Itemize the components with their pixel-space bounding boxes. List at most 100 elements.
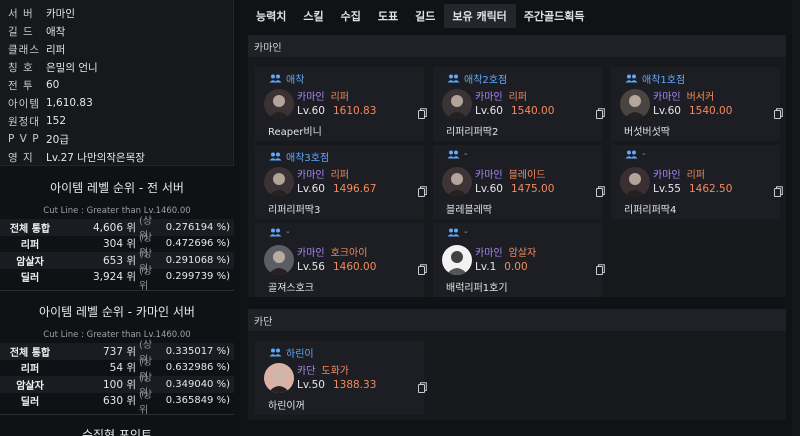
character-page: 서 버 카마인 길 드 애착 클래스 리퍼 칭 호 은밀의 언니 전 투 60 아이템 1,…	[0, 0, 800, 436]
copy-icon[interactable]	[774, 186, 783, 197]
character-card[interactable]: - 카마인 리퍼 Lv.55 1462.50 리퍼리퍼딱4	[611, 145, 783, 219]
copy-icon[interactable]	[596, 186, 605, 197]
rank-all-cutline: Cut Line : Greater than Lv.1460.00	[43, 206, 191, 216]
copy-icon[interactable]	[418, 382, 427, 393]
collect-points-title: 수집형 포인트	[81, 428, 153, 436]
table-row: 전체 통합 4,606 위 (상위 0.276194 %)	[0, 216, 234, 242]
character-level: Lv.60 1475.00	[475, 183, 555, 195]
character-guild[interactable]: 애착1호점	[625, 71, 685, 86]
character-card[interactable]: - 카마인 암살자 Lv.1 0.00 배럭리퍼1호기	[433, 223, 605, 297]
people-icon	[269, 152, 282, 161]
character-card[interactable]: 애착3호점 카마인 리퍼 Lv.60 1496.67 리퍼리퍼딱3	[255, 145, 427, 219]
character-name[interactable]: 버섯버섯딱	[624, 123, 670, 138]
character-guild[interactable]: -	[447, 149, 468, 160]
copy-icon[interactable]	[418, 264, 427, 275]
copy-icon[interactable]	[774, 108, 783, 119]
people-icon	[269, 228, 282, 237]
character-server-class: 카마인 버서커	[653, 92, 715, 103]
character-name[interactable]: 블레블레딱	[446, 201, 492, 216]
character-name[interactable]: 리퍼리퍼딱3	[268, 201, 320, 216]
profile-row-estate: 영 지 Lv.27 나만의작은목장	[8, 151, 145, 164]
rank-server-table: 전체 통합 737 위 (상위 0.335017 %) 리퍼 54 위 (상위 0.6329…	[0, 340, 234, 416]
copy-icon[interactable]	[418, 108, 427, 119]
profile-row-class: 클래스 리퍼	[8, 43, 66, 56]
rank-all-table: 전체 통합 4,606 위 (상위 0.276194 %) 리퍼 304 위 (상위 0.4…	[0, 216, 234, 292]
divider	[0, 414, 234, 415]
avatar	[442, 167, 472, 197]
server-group-title: 카마인	[248, 35, 786, 57]
avatar	[264, 167, 294, 197]
copy-icon[interactable]	[596, 108, 605, 119]
character-level: Lv.60 1540.00	[475, 105, 555, 117]
character-server-class: 카마인 암살자	[475, 248, 537, 259]
character-name[interactable]: 골져스호크	[268, 279, 314, 294]
character-guild[interactable]: -	[269, 227, 290, 238]
divider	[0, 290, 234, 291]
avatar	[264, 245, 294, 275]
character-server-class: 카마인 리퍼	[297, 170, 350, 181]
profile-row-expedition: 원정대 152	[8, 115, 67, 128]
character-card[interactable]: 애착 카마인 리퍼 Lv.60 1610.83 Reaper비니	[255, 67, 427, 141]
rank-server-cutline: Cut Line : Greater than Lv.1460.00	[43, 330, 191, 340]
table-row: 전체 통합 737 위 (상위 0.335017 %)	[0, 340, 234, 366]
profile-row-pvp: P V P 20급	[8, 133, 70, 146]
character-name[interactable]: 리퍼리퍼딱4	[624, 201, 676, 216]
tab-characters[interactable]: 보유 캐릭터	[444, 4, 516, 28]
profile-info: 서 버 카마인 길 드 애착 클래스 리퍼 칭 호 은밀의 언니 전 투 60 아이템 1,…	[0, 0, 234, 166]
character-level: Lv.56 1460.00	[297, 261, 377, 273]
avatar	[264, 89, 294, 119]
character-server-class: 카마인 블레이드	[475, 170, 546, 181]
character-name[interactable]: 하린이꺼	[268, 397, 305, 412]
character-guild[interactable]: 애착3호점	[269, 149, 329, 164]
people-icon	[447, 74, 460, 83]
avatar	[442, 245, 472, 275]
tab-bar: 능력치 스킬 수집 도표 길드 보유 캐릭터 주간골드획득	[248, 4, 594, 28]
table-row: 딜러 630 위 (상위 0.365849 %)	[20, 389, 230, 416]
character-card[interactable]: - 카마인 블레이드 Lv.60 1475.00 블레블레딱	[433, 145, 605, 219]
character-server-class: 카단 도화가	[297, 366, 350, 377]
character-card[interactable]: - 카마인 호크아이 Lv.56 1460.00 골져스호크	[255, 223, 427, 297]
character-server-class: 카마인 리퍼	[653, 170, 706, 181]
people-icon	[269, 348, 282, 357]
copy-icon[interactable]	[596, 264, 605, 275]
tab-stats[interactable]: 능력치	[248, 4, 295, 28]
table-row: 딜러 3,924 위 (상위 0.299739 %)	[20, 265, 230, 292]
character-level: Lv.50 1388.33	[297, 379, 377, 391]
tab-collection[interactable]: 수집	[333, 4, 370, 28]
avatar	[620, 167, 650, 197]
people-icon	[447, 228, 460, 237]
character-name[interactable]: 리퍼리퍼딱2	[446, 123, 498, 138]
table-row: 암살자 100 위 (상위 0.349040 %)	[0, 373, 234, 399]
character-guild[interactable]: 애착	[269, 71, 304, 86]
profile-row-item-level: 아이템 1,610.83	[8, 97, 93, 110]
character-guild[interactable]: -	[625, 149, 646, 160]
character-name[interactable]: 배럭리퍼1호기	[446, 279, 508, 294]
character-level: Lv.1 0.00	[475, 261, 528, 273]
character-level: Lv.60 1540.00	[653, 105, 733, 117]
rank-server-title: 아이템 레벨 순위 - 카마인 서버	[39, 305, 195, 319]
character-level: Lv.55 1462.50	[653, 183, 733, 195]
avatar	[442, 89, 472, 119]
tab-weekly-gold[interactable]: 주간골드획득	[516, 4, 594, 28]
character-level: Lv.60 1610.83	[297, 105, 377, 117]
character-card[interactable]: 애착2호점 카마인 리퍼 Lv.60 1540.00 리퍼리퍼딱2	[433, 67, 605, 141]
character-card[interactable]: 하린이 카단 도화가 Lv.50 1388.33 하린이꺼	[255, 341, 427, 415]
table-row: 리퍼 304 위 (상위 0.472696 %)	[20, 232, 230, 259]
profile-row-server: 서 버 카마인	[8, 7, 75, 20]
server-group-title: 카단	[248, 309, 786, 331]
character-card[interactable]: 애착1호점 카마인 버서커 Lv.60 1540.00 버섯버섯딱	[611, 67, 783, 141]
profile-row-guild: 길 드 애착	[8, 25, 66, 38]
character-level: Lv.60 1496.67	[297, 183, 377, 195]
tab-guild[interactable]: 길드	[407, 4, 444, 28]
character-server-class: 카마인 호크아이	[297, 248, 368, 259]
scrollbar[interactable]	[792, 0, 800, 436]
character-guild[interactable]: 애착2호점	[447, 71, 507, 86]
tab-chart[interactable]: 도표	[370, 4, 407, 28]
copy-icon[interactable]	[418, 186, 427, 197]
tab-skills[interactable]: 스킬	[295, 4, 332, 28]
people-icon	[447, 150, 460, 159]
character-guild[interactable]: 하린이	[269, 345, 314, 360]
table-row: 리퍼 54 위 (상위 0.632986 %)	[20, 356, 230, 383]
character-name[interactable]: Reaper비니	[268, 123, 322, 138]
character-guild[interactable]: -	[447, 227, 468, 238]
